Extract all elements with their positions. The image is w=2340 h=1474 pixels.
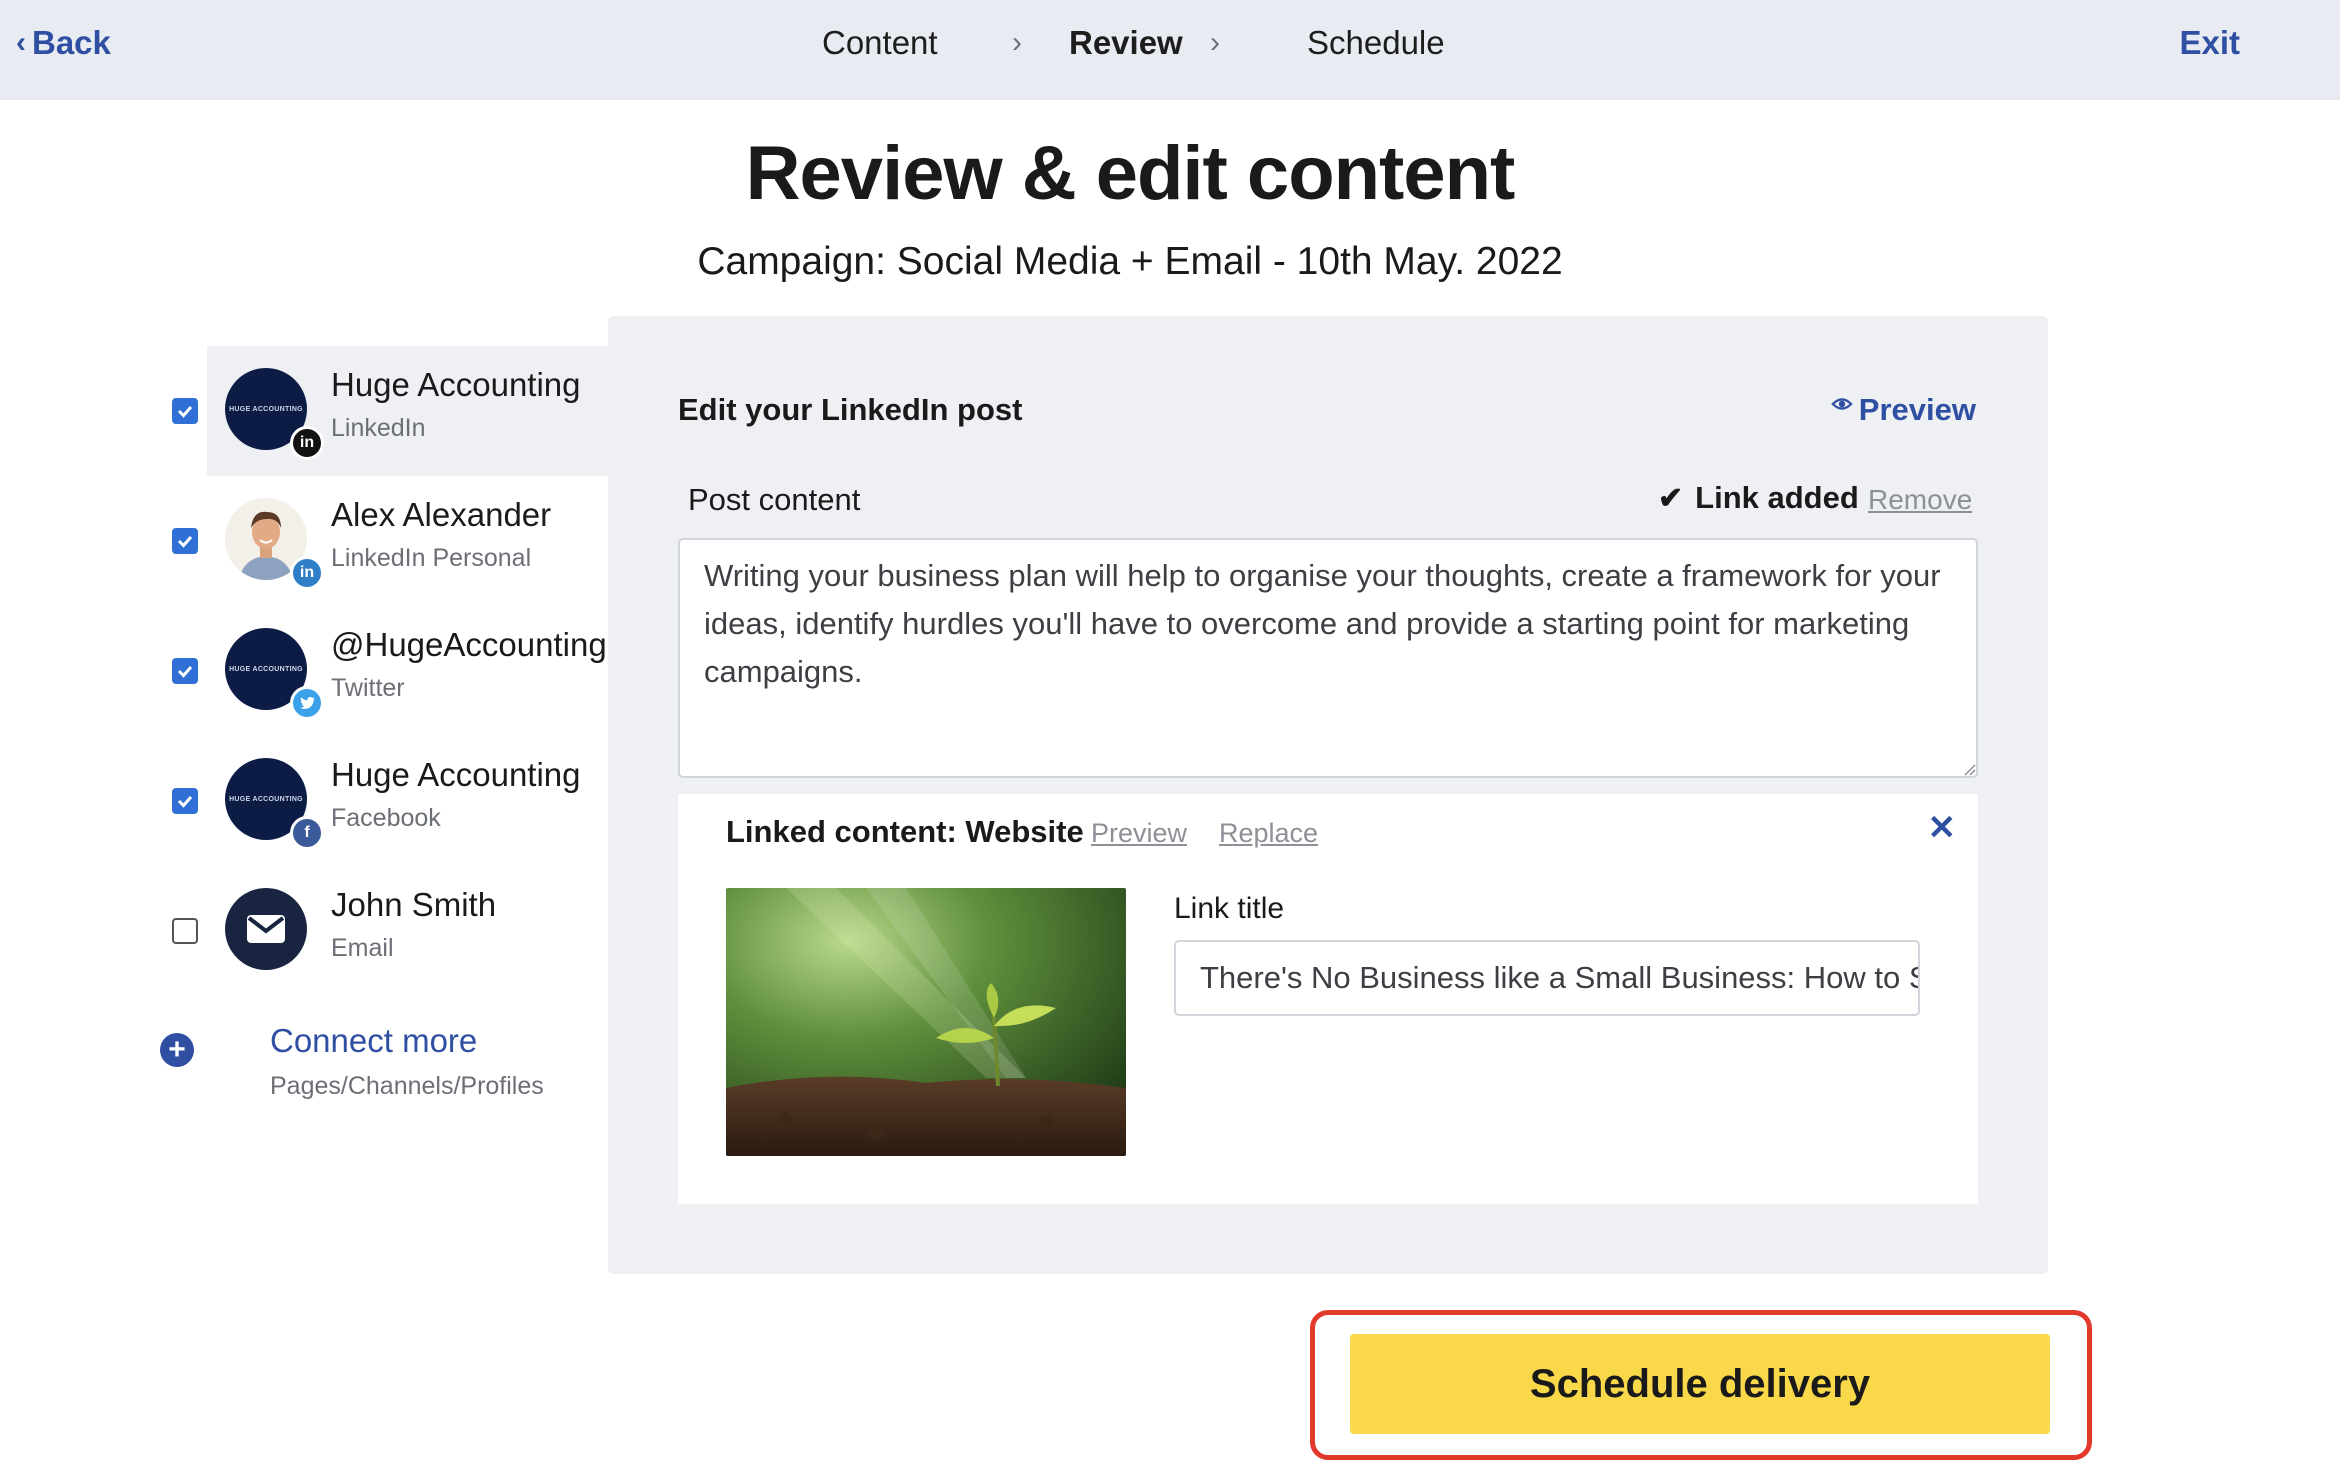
campaign-subtitle: Campaign: Social Media + Email - 10th Ma…: [697, 240, 1563, 283]
top-bar: ‹ Back Content › Review › Schedule Exit: [0, 0, 2340, 100]
preview-label: Preview: [1858, 392, 1976, 427]
link-added-label: Link added: [1695, 480, 1859, 515]
account-name: John Smith: [331, 886, 497, 923]
account-name: Huge Accounting: [331, 756, 581, 793]
link-added-status: ✔ Link added: [1658, 480, 1859, 516]
linkedin-icon: in: [290, 556, 324, 590]
seedling-image: [726, 888, 1126, 1156]
envelope-icon: [247, 915, 285, 943]
page-title: Review & edit content: [745, 131, 1516, 216]
account-checkbox[interactable]: [172, 398, 198, 424]
twitter-icon: [290, 686, 324, 720]
chevron-left-icon: ‹: [16, 26, 26, 59]
close-icon[interactable]: ✕: [1928, 808, 1957, 848]
step-review[interactable]: Review: [1069, 24, 1183, 62]
account-network: Email: [331, 934, 394, 962]
twitter-bird-icon: [300, 697, 316, 709]
link-title-label: Link title: [1174, 892, 1285, 925]
back-button[interactable]: ‹ Back: [16, 24, 111, 62]
connect-more-link[interactable]: Connect more: [270, 1022, 477, 1060]
linked-content-card: Linked content: Website Preview Replace …: [678, 794, 1978, 1204]
schedule-delivery-button[interactable]: Schedule delivery: [1350, 1334, 2050, 1434]
chevron-right-icon: ›: [1012, 26, 1022, 59]
account-item-hugeaccounting-twitter[interactable]: HUGE ACCOUNTING @HugeAccounting Twitter: [150, 606, 610, 736]
account-checkbox[interactable]: [172, 918, 198, 944]
check-icon: [177, 536, 193, 548]
link-title-input[interactable]: There's No Business like a Small Busines…: [1174, 940, 1920, 1016]
check-icon: [177, 406, 193, 418]
checkmark-icon: ✔: [1658, 481, 1684, 515]
plus-circle-icon[interactable]: +: [160, 1033, 194, 1067]
post-content-label: Post content: [688, 482, 861, 517]
linkedin-icon: in: [290, 426, 324, 460]
connect-more-subtitle: Pages/Channels/Profiles: [270, 1072, 544, 1100]
account-name: Alex Alexander: [331, 496, 552, 533]
linked-content-preview-link[interactable]: Preview: [1091, 818, 1187, 849]
check-icon: [177, 796, 193, 808]
chevron-right-icon: ›: [1210, 26, 1220, 59]
back-label: Back: [32, 24, 111, 61]
account-item-huge-accounting-linkedin[interactable]: HUGE ACCOUNTING in Huge Accounting Linke…: [172, 346, 610, 476]
step-schedule[interactable]: Schedule: [1307, 24, 1445, 62]
account-network: LinkedIn: [331, 414, 426, 442]
edit-post-title: Edit your LinkedIn post: [678, 392, 1023, 427]
linked-content-replace-link[interactable]: Replace: [1219, 818, 1318, 849]
account-network: LinkedIn Personal: [331, 544, 532, 572]
facebook-icon: f: [290, 816, 324, 850]
post-content-textarea[interactable]: Writing your business plan will help to …: [678, 538, 1978, 778]
exit-button[interactable]: Exit: [2179, 24, 2240, 62]
eye-icon: [1831, 398, 1853, 410]
account-item-john-smith-email[interactable]: John Smith Email: [150, 866, 610, 996]
resize-handle-icon[interactable]: [1960, 760, 1976, 776]
company-logo: HUGE ACCOUNTING: [229, 405, 303, 413]
avatar: [225, 888, 307, 970]
linked-content-thumbnail: [726, 888, 1126, 1156]
account-network: Twitter: [331, 674, 405, 702]
account-name: @HugeAccounting: [331, 626, 607, 663]
link-title-value: There's No Business like a Small Busines…: [1200, 960, 1920, 995]
preview-button[interactable]: Preview: [1831, 392, 1976, 428]
company-logo: HUGE ACCOUNTING: [229, 665, 303, 673]
account-checkbox[interactable]: [172, 528, 198, 554]
account-network: Facebook: [331, 804, 441, 832]
account-checkbox[interactable]: [172, 788, 198, 814]
remove-link-button[interactable]: Remove: [1868, 484, 1972, 516]
check-icon: [177, 666, 193, 678]
company-logo: HUGE ACCOUNTING: [229, 795, 303, 803]
account-name: Huge Accounting: [331, 366, 581, 403]
account-item-huge-accounting-facebook[interactable]: HUGE ACCOUNTING f Huge Accounting Facebo…: [150, 736, 610, 866]
account-checkbox[interactable]: [172, 658, 198, 684]
linked-content-title: Linked content: Website: [726, 814, 1084, 849]
edit-panel: Edit your LinkedIn post Preview Post con…: [608, 316, 2048, 1274]
step-content[interactable]: Content: [822, 24, 938, 62]
account-item-alex-alexander[interactable]: in Alex Alexander LinkedIn Personal: [150, 476, 610, 606]
